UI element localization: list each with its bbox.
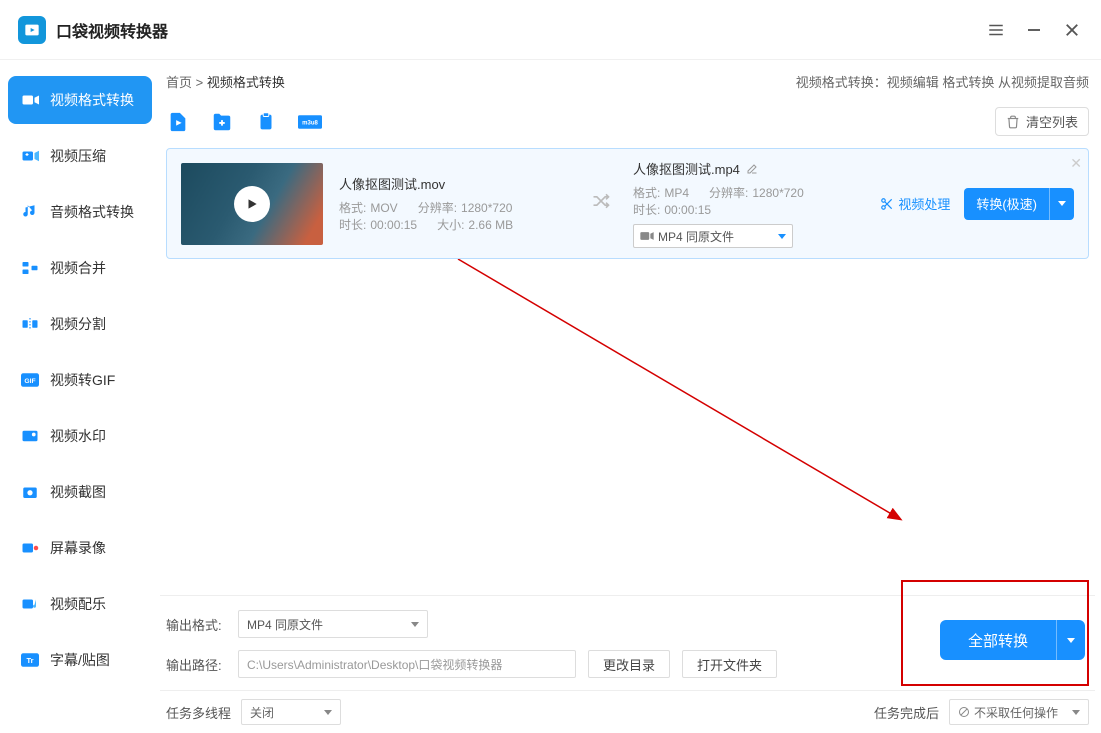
scissors-icon [880,197,894,211]
m3u8-icon[interactable]: m3u8 [298,110,322,134]
subtitle-icon: Tr [20,650,40,670]
sidebar-item-watermark[interactable]: 视频水印 [8,412,152,460]
video-process-button[interactable]: 视频处理 [880,194,950,213]
thread-select[interactable]: 关闭 [241,699,341,725]
edit-icon[interactable] [746,163,758,175]
svg-text:m3u8: m3u8 [302,120,318,126]
after-task-select[interactable]: 不采取任何操作 [949,699,1089,725]
output-format-label: 输出格式: [166,615,226,634]
sidebar-item-screenshot[interactable]: 视频截图 [8,468,152,516]
output-path-input[interactable]: C:\Users\Administrator\Desktop\口袋视频转换器 [238,650,576,678]
file-item: 人像抠图测试.mov 格式:MOV 分辨率:1280*720 时长:00:00:… [166,148,1089,259]
convert-button[interactable]: 转换(极速) [964,188,1074,220]
sidebar-item-subtitle[interactable]: Tr 字幕/贴图 [8,636,152,684]
after-task-label: 任务完成后 [874,703,939,722]
sidebar-item-label: 屏幕录像 [50,538,106,558]
sidebar-item-label: 视频分割 [50,314,106,334]
svg-text:Tr: Tr [26,656,33,665]
video-small-icon [640,231,654,241]
split-icon [20,314,40,334]
sidebar-item-label: 视频截图 [50,482,106,502]
record-icon [20,538,40,558]
trash-icon [1006,115,1020,129]
sidebar-item-label: 视频水印 [50,426,106,446]
add-folder-icon[interactable] [210,110,234,134]
change-dir-button[interactable]: 更改目录 [588,650,670,678]
format-select[interactable]: MP4 同原文件 [633,224,793,248]
sidebar-item-merge[interactable]: 视频合并 [8,244,152,292]
gif-icon: GIF [20,370,40,390]
app-icon [18,16,46,44]
merge-icon [20,258,40,278]
video-thumbnail[interactable] [181,163,323,245]
sidebar: 视频格式转换 视频压缩 音频格式转换 视频合并 视频分割 GIF 视频转GIF … [0,60,160,733]
sidebar-item-split[interactable]: 视频分割 [8,300,152,348]
sidebar-item-compress[interactable]: 视频压缩 [8,132,152,180]
close-card-icon[interactable]: ✕ [1070,155,1082,172]
app-title: 口袋视频转换器 [56,18,168,42]
close-icon[interactable] [1061,19,1083,41]
sidebar-item-gif[interactable]: GIF 视频转GIF [8,356,152,404]
clear-list-label: 清空列表 [1026,112,1078,131]
breadcrumb-home[interactable]: 首页 [166,75,192,90]
menu-icon[interactable] [985,19,1007,41]
clear-list-button[interactable]: 清空列表 [995,107,1089,136]
sidebar-item-label: 字幕/贴图 [50,650,110,670]
breadcrumb: 首页 > 视频格式转换 [166,72,285,91]
open-dir-button[interactable]: 打开文件夹 [682,650,777,678]
sidebar-item-label: 音频格式转换 [50,202,134,222]
header-note: 视频格式转换：视频编辑 格式转换 从视频提取音频 [796,72,1089,91]
audio-icon [20,202,40,222]
sidebar-item-label: 视频转GIF [50,370,115,390]
sidebar-item-label: 视频配乐 [50,594,106,614]
sidebar-item-music[interactable]: 视频配乐 [8,580,152,628]
minimize-icon[interactable] [1023,19,1045,41]
breadcrumb-current: 视频格式转换 [207,75,285,90]
thread-label: 任务多线程 [166,703,231,722]
add-file-icon[interactable] [166,110,190,134]
output-path-label: 输出路径: [166,655,226,674]
convert-all-button[interactable]: 全部转换 [940,620,1085,660]
sidebar-item-label: 视频压缩 [50,146,106,166]
video-convert-icon [20,90,40,110]
convert-all-caret-icon[interactable] [1056,620,1085,660]
svg-text:GIF: GIF [24,378,35,385]
compress-icon [20,146,40,166]
source-filename: 人像抠图测试.mov [339,174,569,193]
play-icon [234,186,270,222]
sidebar-item-label: 视频合并 [50,258,106,278]
shuffle-icon[interactable] [585,191,617,216]
sidebar-item-label: 视频格式转换 [50,90,134,110]
watermark-icon [20,426,40,446]
screenshot-icon [20,482,40,502]
dest-filename: 人像抠图测试.mp4 [633,159,740,178]
forbid-icon [958,706,970,718]
sidebar-item-audio-convert[interactable]: 音频格式转换 [8,188,152,236]
sidebar-item-format-convert[interactable]: 视频格式转换 [8,76,152,124]
paste-icon[interactable] [254,110,278,134]
sidebar-item-record[interactable]: 屏幕录像 [8,524,152,572]
output-format-select[interactable]: MP4 同原文件 [238,610,428,638]
convert-caret-icon[interactable] [1049,188,1074,220]
annotation-arrow [160,259,1100,599]
music-icon [20,594,40,614]
